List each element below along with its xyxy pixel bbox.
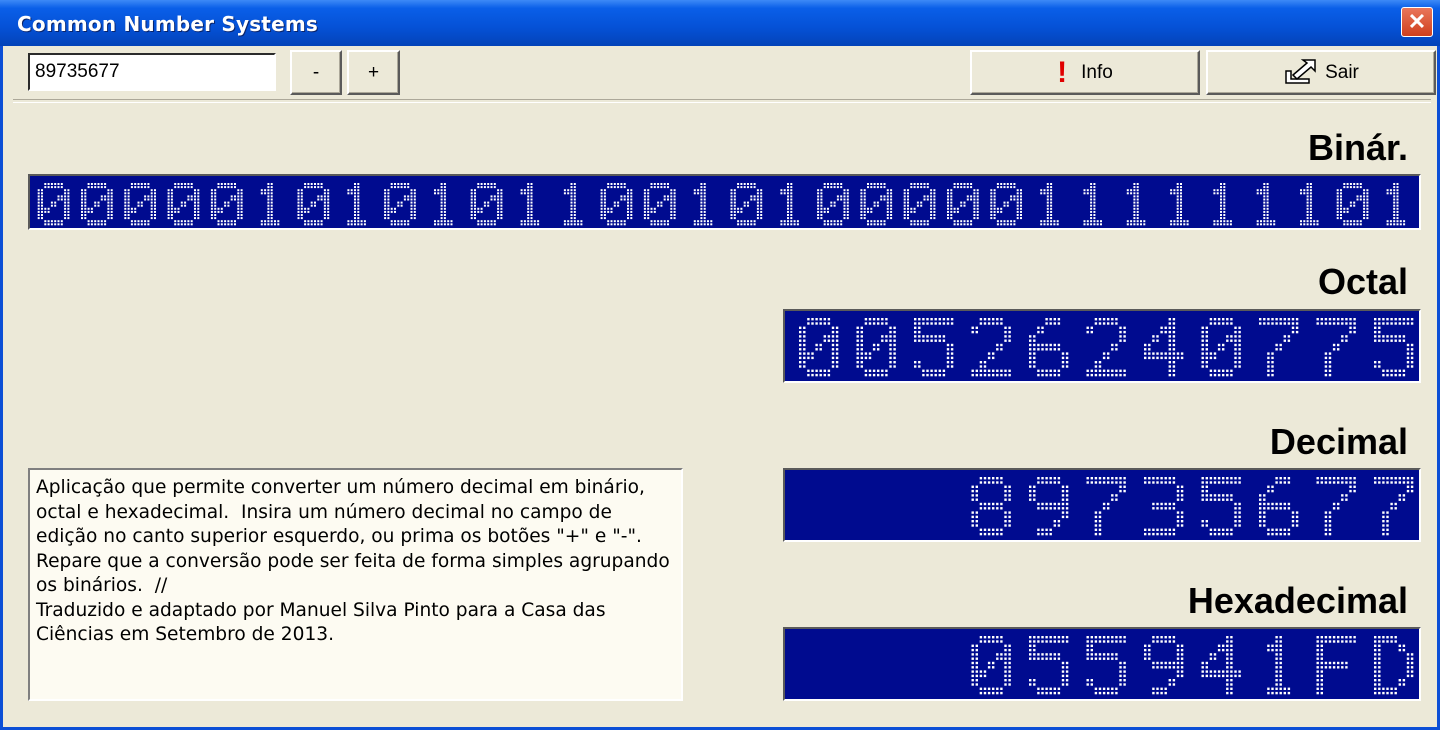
decimal-display (783, 468, 1421, 542)
digit-D (1374, 636, 1414, 695)
digit-0 (37, 183, 70, 226)
digit-0 (1201, 318, 1241, 377)
digit-0 (81, 183, 113, 226)
digit-1 (520, 183, 540, 226)
digit-2 (971, 318, 1011, 377)
digit-1 (1386, 183, 1406, 226)
digit-9 (1144, 636, 1184, 695)
digit-1 (1267, 636, 1291, 695)
digit-3 (1144, 477, 1184, 536)
hexadecimal-label: Hexadecimal (1187, 580, 1408, 621)
digit-0 (210, 183, 243, 226)
digit-5 (1374, 318, 1414, 377)
d-bin-matrix (37, 183, 1406, 226)
digit-0 (990, 183, 1022, 226)
digit-4 (1144, 318, 1184, 377)
hexadecimal-display (783, 627, 1421, 701)
digit-0 (124, 183, 156, 226)
exit-arrow-icon (1285, 59, 1316, 84)
digit-6 (1029, 318, 1069, 377)
digit-0 (856, 318, 896, 377)
increment-button[interactable]: + (347, 50, 400, 95)
digit-0 (167, 183, 200, 226)
binary-display (28, 174, 1421, 230)
digit-0 (297, 183, 330, 226)
close-icon: ✕ (1407, 9, 1427, 34)
title-bar[interactable]: Common Number Systems ✕ (0, 0, 1440, 46)
digit-7 (1374, 477, 1414, 536)
digit-1 (347, 183, 366, 226)
digit-1 (693, 183, 713, 226)
digit-1 (1213, 183, 1232, 226)
d-dec-matrix (971, 477, 1414, 536)
digit-5 (1029, 636, 1069, 695)
digit-1 (1170, 183, 1189, 226)
digit-0 (860, 183, 893, 226)
exclamation-icon: ! (1057, 56, 1068, 89)
digit-9 (1029, 477, 1069, 536)
digit-7 (1086, 477, 1126, 536)
digit-0 (947, 183, 979, 226)
digit-6 (1259, 477, 1299, 536)
number-input[interactable] (28, 53, 276, 91)
exit-label: Sair (1325, 62, 1359, 83)
digit-0 (600, 183, 633, 226)
digit-1 (1256, 183, 1276, 226)
digit-1 (563, 183, 583, 226)
d-hex-matrix (971, 636, 1414, 695)
digit-7 (1259, 318, 1299, 377)
digit-2 (1086, 318, 1126, 377)
digit-0 (817, 183, 849, 226)
octal-label: Octal (1317, 261, 1408, 302)
digit-5 (914, 318, 954, 377)
binary-label: Binár. (1307, 127, 1408, 168)
digit-0 (799, 318, 839, 377)
decrement-button[interactable]: - (290, 50, 342, 95)
window-title: Common Number Systems (17, 12, 318, 36)
octal-display (783, 309, 1421, 383)
digit-1 (1126, 183, 1146, 226)
digit-1 (1083, 183, 1102, 226)
digit-7 (1316, 477, 1356, 536)
digit-0 (971, 636, 1011, 695)
description-text: Aplicação que permite converter um númer… (28, 468, 683, 701)
digit-F (1316, 636, 1356, 695)
info-button[interactable]: ! Info (970, 50, 1200, 95)
toolbar-divider (13, 99, 1431, 103)
digit-1 (1040, 183, 1059, 226)
digit-1 (434, 183, 453, 226)
close-button[interactable]: ✕ (1401, 7, 1433, 37)
digit-0 (384, 183, 416, 226)
info-label: Info (1081, 62, 1113, 83)
d-oct-matrix (799, 318, 1414, 377)
digit-1 (260, 183, 280, 226)
decimal-label: Decimal (1269, 421, 1408, 462)
digit-4 (1201, 636, 1241, 695)
digit-0 (903, 183, 936, 226)
digit-0 (470, 183, 503, 226)
digit-1 (780, 183, 799, 226)
digit-5 (1201, 477, 1241, 536)
digit-5 (1086, 636, 1126, 695)
exit-button[interactable]: Sair (1206, 50, 1436, 95)
digit-1 (1300, 183, 1319, 226)
digit-0 (730, 183, 763, 226)
app-window: Common Number Systems ✕ - + ! Info Sair B… (0, 0, 1440, 730)
digit-8 (971, 477, 1011, 536)
digit-0 (1336, 183, 1369, 226)
digit-0 (643, 183, 676, 226)
digit-7 (1316, 318, 1356, 377)
